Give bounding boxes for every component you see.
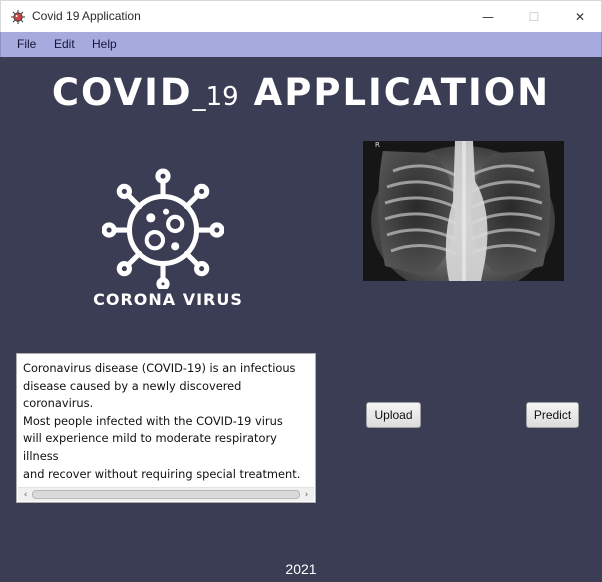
menu-edit[interactable]: Edit	[54, 37, 75, 51]
chest-xray-image: R	[363, 141, 564, 281]
info-text: Coronavirus disease (COVID-19) is an inf…	[23, 360, 315, 483]
info-line: will experience mild to moderate respira…	[23, 431, 277, 463]
menubar: File Edit Help	[0, 32, 602, 57]
main-panel: COVID_19 APPLICATION CORONA VIRUS R Coro…	[0, 57, 602, 582]
info-textarea[interactable]: Coronavirus disease (COVID-19) is an inf…	[16, 353, 316, 503]
predict-button[interactable]: Predict	[526, 402, 579, 428]
app-title-rest: APPLICATION	[238, 71, 551, 114]
upload-button[interactable]: Upload	[366, 402, 421, 428]
app-virus-icon	[11, 10, 25, 24]
info-line: disease caused by a newly discovered cor…	[23, 378, 242, 411]
minimize-button[interactable]: —	[465, 1, 511, 33]
horizontal-scrollbar[interactable]: ‹ ›	[18, 487, 314, 501]
maximize-button[interactable]: ☐	[511, 1, 557, 33]
window-title: Covid 19 Application	[32, 9, 141, 23]
logo-caption: CORONA VIRUS	[93, 290, 243, 309]
app-title: COVID_19 APPLICATION	[0, 71, 602, 114]
xray-graphic	[363, 141, 564, 281]
scroll-right-icon[interactable]: ›	[300, 488, 313, 501]
scroll-left-icon[interactable]: ‹	[19, 488, 32, 501]
menu-help[interactable]: Help	[92, 37, 117, 51]
footer-year: 2021	[285, 561, 317, 577]
close-button[interactable]: ✕	[557, 1, 602, 33]
info-line: and recover without requiring special tr…	[23, 466, 301, 481]
scroll-thumb[interactable]	[32, 490, 300, 499]
app-title-sub: _19	[192, 82, 239, 112]
xray-marker: R	[375, 141, 380, 149]
info-line: Most people infected with the COVID-19 v…	[23, 413, 283, 428]
info-line: Coronavirus disease (COVID-19) is an inf…	[23, 361, 296, 375]
app-title-main: COVID	[51, 71, 193, 114]
menu-file[interactable]: File	[17, 37, 36, 51]
window-titlebar[interactable]: Covid 19 Application — ☐ ✕	[0, 0, 602, 32]
virus-icon	[102, 168, 224, 289]
